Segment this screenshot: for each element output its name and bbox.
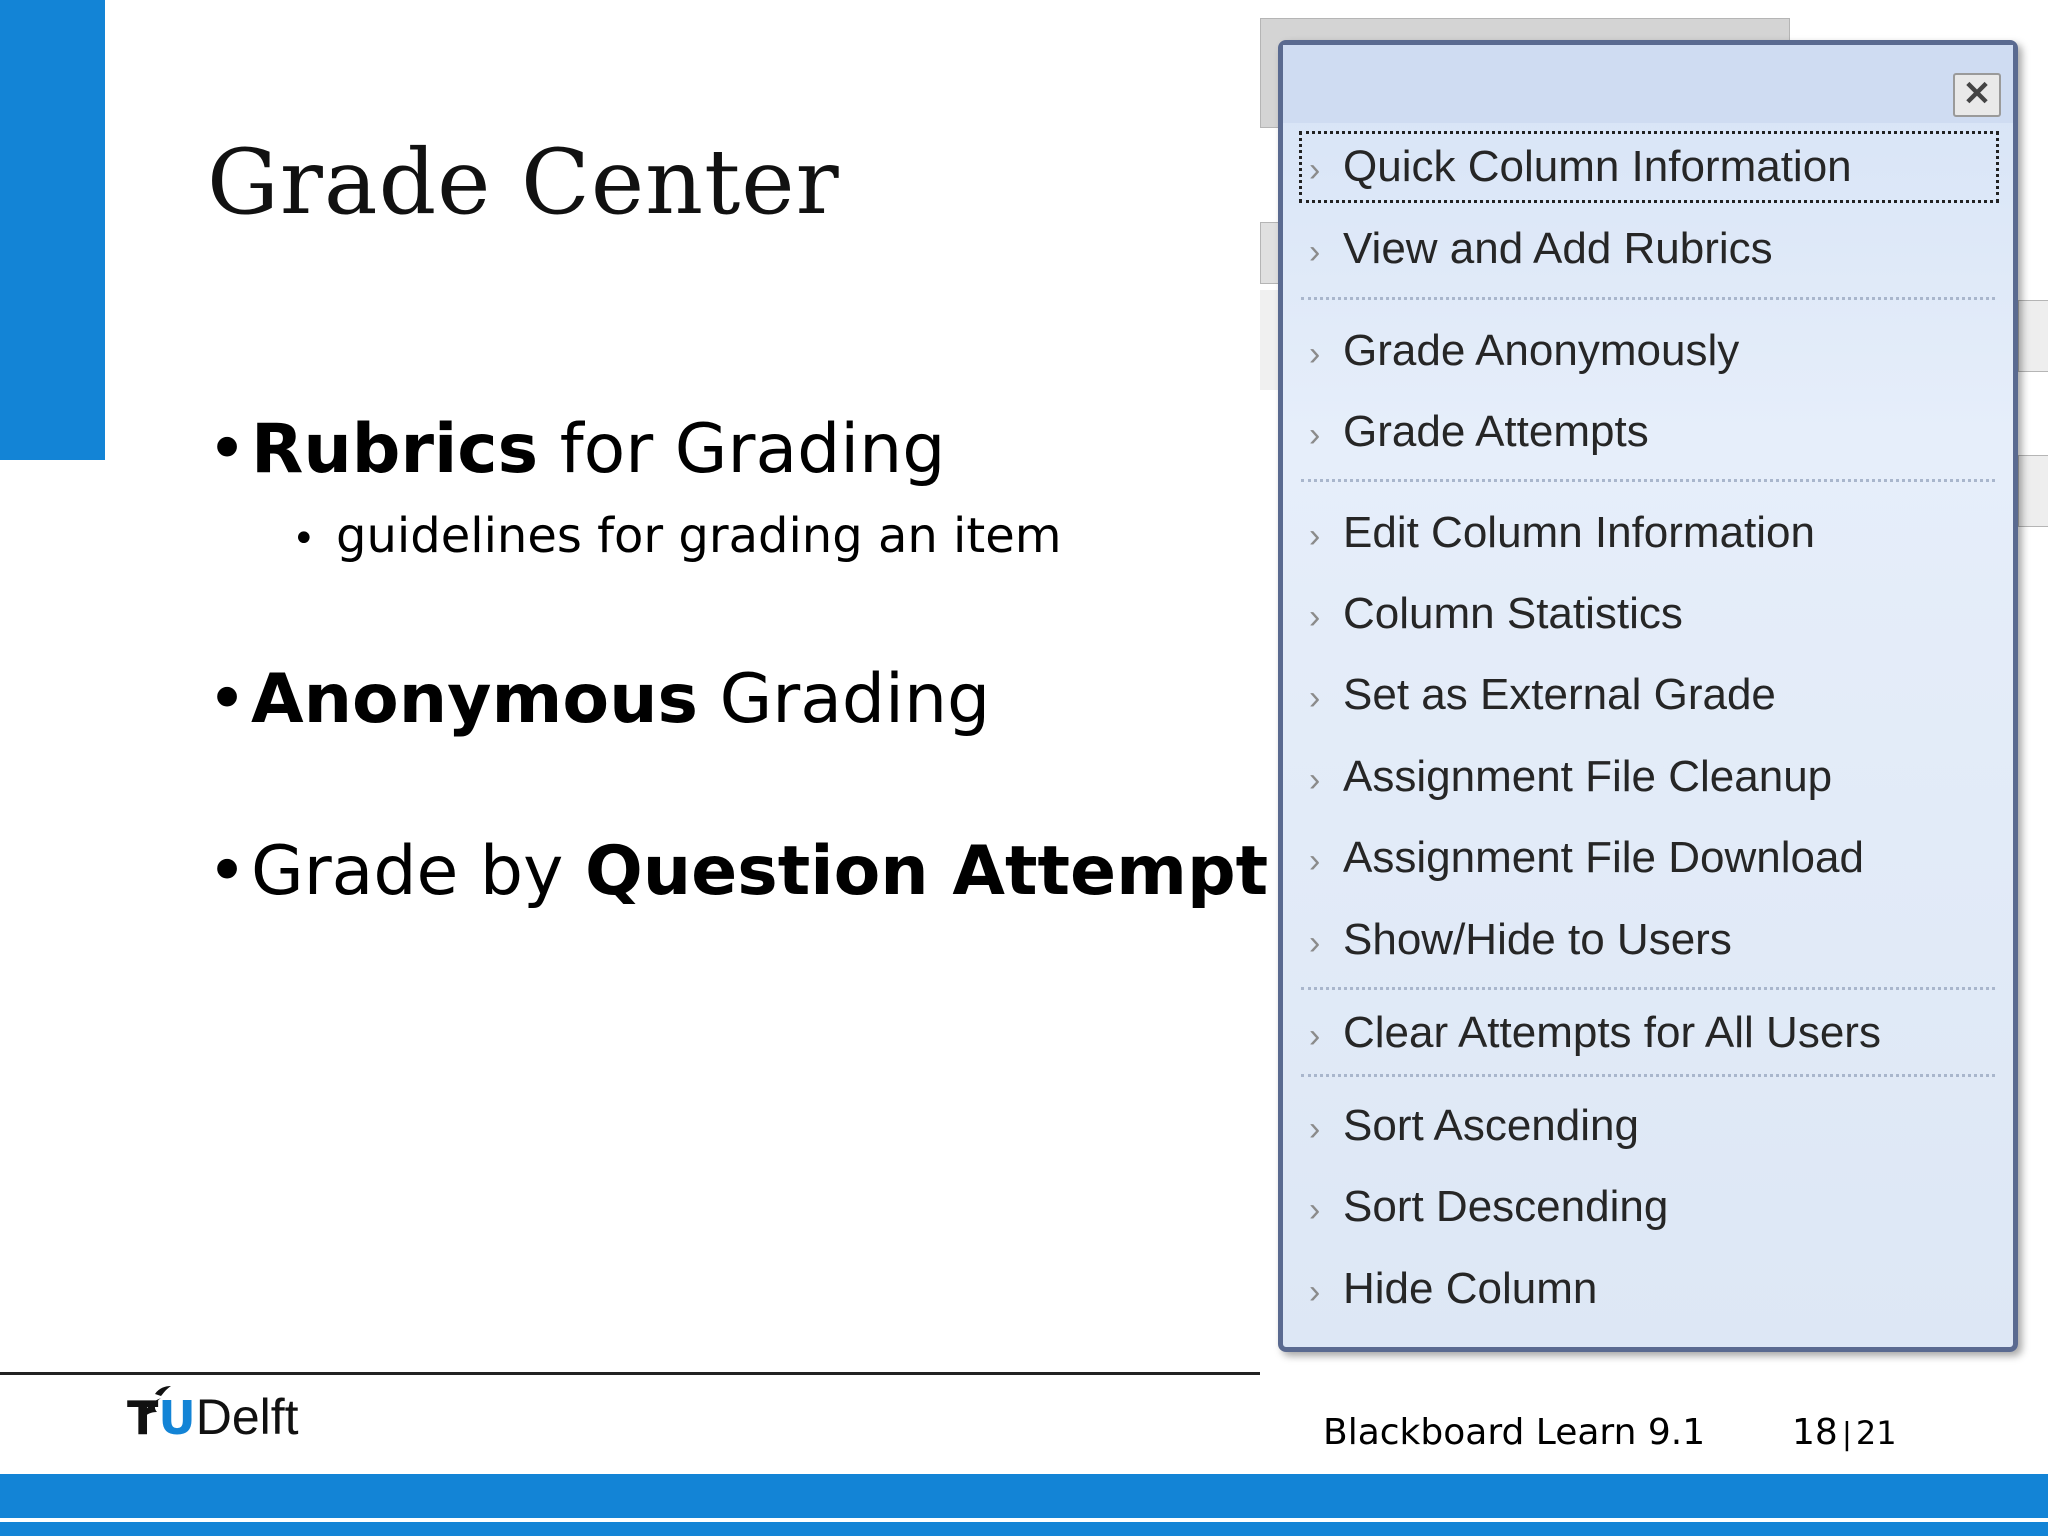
menu-item-set-as-external-grade[interactable]: › Set as External Grade [1299,659,1999,731]
chevron-right-icon: › [1309,679,1321,717]
chevron-right-icon: › [1309,1110,1321,1148]
bullet-dot: • [292,516,316,562]
chevron-right-icon: › [1309,1273,1321,1311]
menu-item-assignment-file-cleanup[interactable]: › Assignment File Cleanup [1299,741,1999,813]
chevron-right-icon: › [1309,761,1321,799]
bullet-dot: • [207,410,248,489]
grid-cell-fragment [2018,300,2048,372]
bullet-dot: • [207,832,248,911]
bullet-question-attempt: •Grade by Question Attempt [207,832,1269,911]
menu-item-view-and-add-rubrics[interactable]: › View and Add Rubrics [1299,213,1999,285]
chevron-right-icon: › [1309,335,1321,373]
menu-item-clear-attempts-for-all-users[interactable]: › Clear Attempts for All Users [1299,997,1999,1069]
chevron-right-icon: › [1309,517,1321,555]
menu-separator [1301,987,1995,990]
chevron-right-icon: › [1309,1017,1321,1055]
chevron-right-icon: › [1309,924,1321,962]
bullet-dot: • [207,660,248,739]
menu-item-quick-column-information[interactable]: › Quick Column Information [1299,131,1999,203]
menu-item-grade-anonymously[interactable]: › Grade Anonymously [1299,315,1999,387]
menu-item-hide-column[interactable]: › Hide Column [1299,1253,1999,1325]
chevron-right-icon: › [1309,416,1321,454]
chevron-right-icon: › [1309,233,1321,271]
slide-title: Grade Center [207,130,840,235]
chevron-right-icon: › [1309,598,1321,636]
sub-bullet-guidelines: • guidelines for grading an item [292,508,1062,564]
column-context-menu: ✕ › Quick Column Information › View and Ad… [1278,40,2018,1352]
menu-item-grade-attempts[interactable]: › Grade Attempts [1299,396,1999,468]
menu-item-sort-descending[interactable]: › Sort Descending [1299,1171,1999,1243]
accent-bar [0,0,105,460]
menu-separator [1301,479,1995,482]
menu-item-assignment-file-download[interactable]: › Assignment File Download [1299,822,1999,894]
menu-item-sort-ascending[interactable]: › Sort Ascending [1299,1090,1999,1162]
page-number: 18 | 21 [1792,1412,1897,1453]
menu-item-edit-column-information[interactable]: › Edit Column Information [1299,497,1999,569]
menu-separator [1301,1074,1995,1077]
footer-band [0,1474,2048,1518]
menu-separator [1301,297,1995,300]
footer-divider [0,1372,1260,1375]
chevron-right-icon: › [1309,1191,1321,1229]
grid-cell-fragment [2018,455,2048,527]
tu-delft-logo: TUDelft [127,1389,299,1445]
chevron-right-icon: › [1309,151,1321,189]
chevron-right-icon: › [1309,842,1321,880]
footer-course-name: Blackboard Learn 9.1 [1323,1412,1706,1453]
menu-header [1283,45,2013,123]
bullet-anonymous: •Anonymous Grading [207,660,991,739]
footer-band-thin [0,1522,2048,1536]
close-icon[interactable]: ✕ [1953,73,2001,117]
menu-item-column-statistics[interactable]: › Column Statistics [1299,578,1999,650]
bullet-rubrics: •Rubrics for Grading [207,410,946,489]
menu-item-show-hide-to-users[interactable]: › Show/Hide to Users [1299,904,1999,976]
